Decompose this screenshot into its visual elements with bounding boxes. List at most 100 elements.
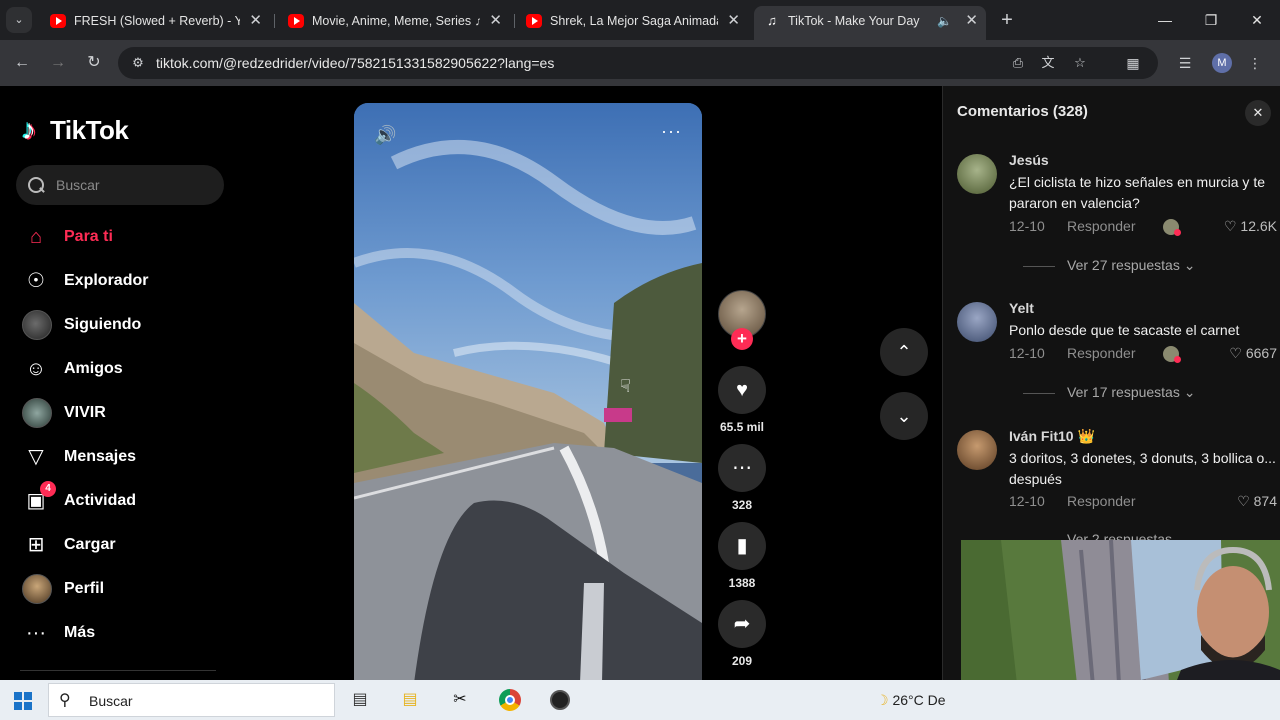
close-icon[interactable]: ✕ [1245, 100, 1271, 126]
live-icon [22, 398, 52, 428]
tab-close-icon[interactable]: ✕ [965, 6, 978, 36]
nav-item-para-ti[interactable]: ⌂ Para ti [20, 219, 220, 255]
extensions-icon[interactable]: ▦ [1122, 52, 1144, 74]
commenter-avatar[interactable] [957, 302, 997, 342]
tab-title: Shrek, La Mejor Saga Animada [550, 14, 718, 28]
search-icon [28, 177, 44, 193]
comment-action[interactable]: ⋯ 328 [718, 444, 766, 512]
browser-tab-active[interactable]: ♫ TikTok - Make Your Day 🔈 ✕ [754, 6, 986, 40]
nav-item-perfil[interactable]: Perfil [20, 571, 220, 607]
share-icon[interactable]: ➦ [718, 600, 766, 648]
speaker-icon[interactable]: 🔈 [937, 6, 952, 36]
comment-like[interactable]: ♡ 12.6K [1224, 218, 1277, 235]
view-replies-button[interactable]: Ver 27 respuestas ⌄ [1023, 257, 1195, 274]
address-bar[interactable]: ⚙ tiktok.com/@redzedrider/video/75821513… [118, 47, 1158, 79]
weather-widget[interactable]: ☽ 26°C De [876, 680, 946, 720]
commenter-name[interactable]: Iván Fit10 👑 [1009, 428, 1095, 445]
url-text[interactable]: tiktok.com/@redzedrider/video/7582151331… [156, 47, 554, 79]
notification-badge: 4 [40, 481, 56, 497]
forward-button[interactable]: → [46, 51, 70, 75]
bookmark-star-icon[interactable]: ☆ [1070, 53, 1090, 73]
nav-item-explorador[interactable]: ☉ Explorador [20, 263, 220, 299]
nav-item-mensajes[interactable]: ▽ Mensajes [20, 439, 220, 475]
comment-count: 328 [731, 498, 753, 512]
capcut-icon[interactable]: ✂ [444, 684, 476, 716]
tab-close-icon[interactable]: ✕ [249, 6, 262, 36]
comment-like[interactable]: ♡ 6667 [1229, 345, 1277, 362]
share-action[interactable]: ➦ 209 [718, 600, 766, 668]
nav-label: Amigos [64, 360, 123, 377]
comment-like[interactable]: ♡ 874 [1237, 493, 1277, 510]
comment-text: 3 doritos, 3 donetes, 3 donuts, 3 bollic… [1009, 450, 1276, 487]
media-controls-icon[interactable]: ☰ [1174, 52, 1196, 74]
install-app-icon[interactable]: ⎙ [1008, 53, 1028, 73]
windows-start-icon[interactable] [14, 692, 32, 710]
nav-item-mas[interactable]: ··· Más [20, 615, 220, 651]
reply-button[interactable]: Responder [1067, 218, 1136, 234]
chevron-down-icon: ⌄ [1183, 384, 1196, 400]
task-view-icon[interactable]: ▤ [344, 684, 376, 716]
close-window-button[interactable]: ✕ [1234, 0, 1280, 40]
previous-video-button[interactable]: ⌃ [880, 328, 928, 376]
minimize-button[interactable]: — [1142, 0, 1188, 40]
volume-icon[interactable]: 🔊 [374, 125, 396, 146]
new-tab-button[interactable]: + [996, 6, 1018, 34]
tab-close-icon[interactable]: ✕ [489, 6, 502, 36]
nav-item-siguiendo[interactable]: Siguiendo [20, 307, 220, 343]
browser-menu-icon[interactable]: ⋮ [1244, 52, 1266, 74]
taskbar-search[interactable]: ⚲ Buscar [48, 683, 335, 717]
tab-search-chevron-icon[interactable]: ⌄ [6, 7, 32, 33]
tab-close-icon[interactable]: ✕ [727, 6, 740, 36]
nav-label: Actividad [64, 492, 137, 509]
heart-outline-icon: ♡ [1229, 345, 1246, 361]
youtube-icon [50, 14, 66, 28]
nav-item-amigos[interactable]: ☺ Amigos [20, 351, 220, 387]
commenter-name[interactable]: Yelt [1009, 300, 1034, 316]
obs-icon[interactable] [544, 684, 576, 716]
nav-label: Cargar [64, 536, 116, 553]
file-explorer-icon[interactable]: ▤ [394, 684, 426, 716]
translate-icon[interactable]: 文 [1038, 53, 1058, 73]
save-action[interactable]: ▮ 1388 [718, 522, 766, 590]
like-action[interactable]: ♥ 65.5 mil [718, 366, 766, 434]
friends-icon: ☺ [25, 358, 47, 380]
restore-button[interactable]: ❐ [1188, 0, 1234, 40]
reply-button[interactable]: Responder [1067, 493, 1136, 509]
reload-button[interactable]: ↻ [82, 51, 106, 75]
hand-cursor-icon: ☟ [620, 376, 631, 396]
tiktok-note-icon: ♪ [22, 114, 36, 145]
browser-tab[interactable]: Movie, Anime, Meme, Series ♫ ✕ [278, 6, 510, 36]
search-placeholder: Buscar [56, 177, 100, 193]
site-info-icon[interactable]: ⚙ [130, 55, 146, 71]
comment-icon[interactable]: ⋯ [718, 444, 766, 492]
nav-label: Perfil [64, 580, 105, 597]
nav-item-vivir[interactable]: VIVIR [20, 395, 220, 431]
follow-plus-icon[interactable]: + [731, 328, 753, 350]
view-replies-button[interactable]: Ver 17 respuestas ⌄ [1023, 384, 1195, 401]
bookmark-icon[interactable]: ▮ [718, 522, 766, 570]
reply-button[interactable]: Responder [1067, 345, 1136, 361]
heart-icon[interactable]: ♥ [718, 366, 766, 414]
commenter-avatar[interactable] [957, 154, 997, 194]
commenter-avatar[interactable] [957, 430, 997, 470]
video-player[interactable]: 🔊 ··· [354, 103, 702, 683]
commenter-name[interactable]: Jesús [1009, 152, 1049, 168]
search-input[interactable]: Buscar [16, 165, 224, 205]
back-button[interactable]: ← [10, 51, 34, 75]
youtube-icon [288, 14, 304, 28]
next-video-button[interactable]: ⌄ [880, 392, 928, 440]
tiktok-logo[interactable]: ♪ TikTok [22, 114, 129, 148]
nav-item-actividad[interactable]: ▣ 4 Actividad [20, 481, 220, 519]
profile-avatar[interactable]: M [1212, 53, 1232, 73]
nav-label: Explorador [64, 272, 149, 289]
browser-toolbar: ← → ↻ ⚙ tiktok.com/@redzedrider/video/75… [0, 40, 1280, 86]
tab-title: TikTok - Make Your Day [788, 14, 920, 28]
video-more-icon[interactable]: ··· [661, 121, 682, 142]
weather-suffix: De [927, 692, 946, 708]
view-replies-label: Ver 17 respuestas [1067, 384, 1180, 400]
browser-tab[interactable]: Shrek, La Mejor Saga Animada ✕ [516, 6, 748, 36]
chrome-icon[interactable] [494, 684, 526, 716]
nav-item-cargar[interactable]: ⊞ Cargar [20, 527, 220, 563]
browser-tab[interactable]: FRESH (Slowed + Reverb) - You ✕ [40, 6, 270, 36]
share-count: 209 [731, 654, 753, 668]
